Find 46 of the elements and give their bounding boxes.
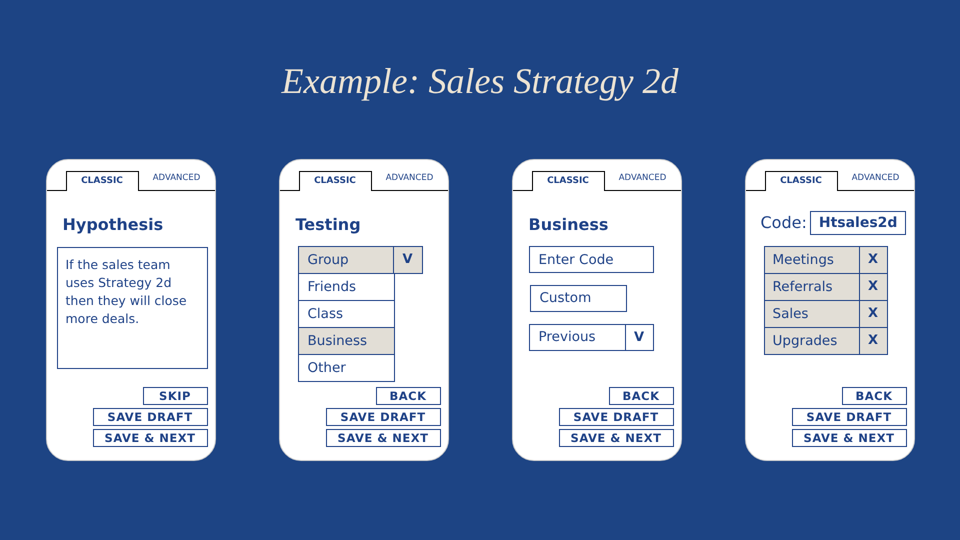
section-heading: Testing [296, 214, 362, 235]
action-button[interactable]: SKIP [142, 387, 208, 405]
tab[interactable]: ADVANCED [604, 170, 680, 190]
action-button[interactable]: SAVE & NEXT [558, 429, 674, 447]
input-field[interactable]: Enter Code [528, 246, 654, 273]
tab[interactable]: CLASSIC [764, 171, 838, 191]
action-button[interactable]: SAVE DRAFT [558, 408, 674, 426]
tab[interactable]: ADVANCED [838, 170, 914, 190]
tab[interactable]: CLASSIC [66, 171, 138, 191]
action-button[interactable]: SAVE & NEXT [92, 429, 208, 447]
tab[interactable]: ADVANCED [372, 170, 448, 190]
action-button[interactable]: SAVE DRAFT [326, 408, 440, 426]
action-button[interactable]: SAVE & NEXT [326, 429, 440, 447]
dropdown-option[interactable]: Friends [298, 273, 394, 301]
action-button[interactable]: SAVE DRAFT [92, 408, 208, 426]
dropdown-option[interactable]: Other [298, 354, 394, 382]
dropdown[interactable]: Group V [298, 246, 422, 274]
dropdown[interactable]: Previous V [528, 324, 654, 351]
action-button[interactable]: BACK [376, 387, 440, 405]
action-button[interactable]: SAVE & NEXT [792, 429, 906, 447]
action-button[interactable]: SAVE DRAFT [792, 408, 906, 426]
tag-label: Meetings [764, 246, 860, 274]
tab[interactable]: ADVANCED [138, 170, 214, 190]
remove-button[interactable]: X [858, 273, 888, 301]
caret-icon: V [626, 325, 652, 350]
dropdown-option[interactable]: Business [298, 327, 394, 355]
tag-label: Upgrades [764, 327, 860, 355]
slide-title: Example: Sales Strategy 2d [282, 60, 678, 103]
remove-button[interactable]: X [858, 246, 888, 274]
text-area[interactable]: If the sales team uses Strategy 2d then they will close more deals. [56, 247, 208, 369]
section-heading: Hypothesis [62, 214, 164, 235]
code-field[interactable]: Htsales2d [810, 211, 906, 235]
tab[interactable]: CLASSIC [532, 171, 604, 191]
remove-button[interactable]: X [858, 327, 888, 355]
tag-label: Referrals [764, 273, 860, 301]
action-button[interactable]: BACK [608, 387, 674, 405]
tag-label: Sales [764, 300, 860, 328]
action-button[interactable]: BACK [842, 387, 906, 405]
section-heading: Business [528, 214, 610, 235]
custom-button[interactable]: Custom [530, 285, 626, 312]
dropdown-option[interactable]: Class [298, 300, 394, 328]
dropdown-value: Previous [530, 325, 626, 350]
field-label: Code: [760, 212, 807, 234]
caret-icon: V [394, 247, 422, 273]
remove-button[interactable]: X [858, 300, 888, 328]
tab[interactable]: CLASSIC [298, 171, 372, 191]
